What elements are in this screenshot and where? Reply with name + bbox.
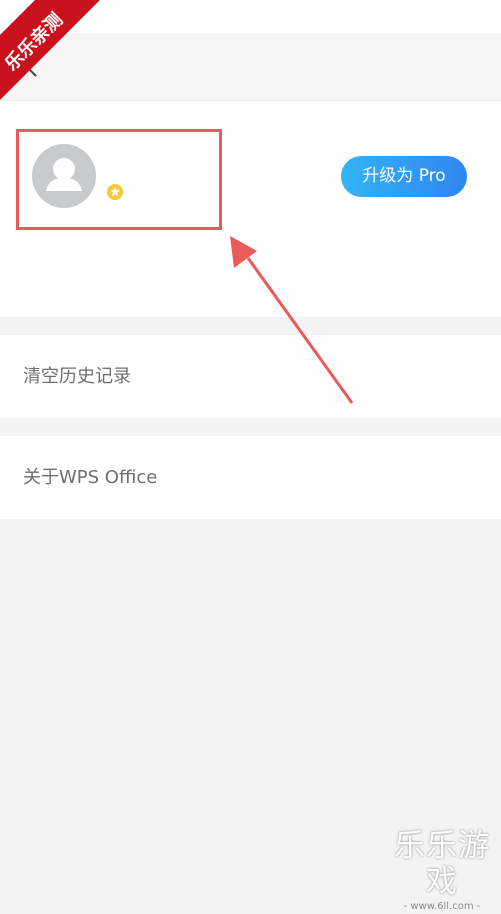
top-status-area <box>0 0 501 33</box>
footer-watermark-title: 乐乐游戏 <box>394 828 490 900</box>
clear-history-item[interactable]: 清空历史记录 <box>0 335 501 418</box>
about-wps-office-item[interactable]: 关于WPS Office <box>0 436 501 519</box>
chevron-left-icon[interactable] <box>22 57 44 79</box>
navigation-bar <box>0 33 501 101</box>
upgrade-pro-button[interactable]: 升级为 Pro <box>341 156 467 197</box>
clear-history-label: 清空历史记录 <box>23 366 131 387</box>
footer-watermark-url: - www.6ll.com - <box>403 901 481 912</box>
user-avatar-icon[interactable] <box>32 144 96 208</box>
star-badge-icon <box>107 184 123 200</box>
footer-watermark: 乐乐游戏 - www.6ll.com - <box>387 828 497 912</box>
profile-section: 升级为 Pro <box>0 101 501 317</box>
about-wps-office-label: 关于WPS Office <box>23 467 158 488</box>
